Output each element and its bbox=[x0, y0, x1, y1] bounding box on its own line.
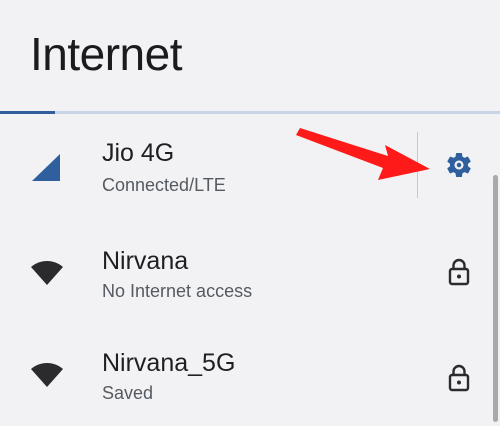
network-status: Connected/LTE bbox=[102, 175, 226, 195]
network-settings-button[interactable] bbox=[440, 148, 478, 186]
row-divider bbox=[417, 132, 418, 198]
network-row-jio-4g[interactable]: Jio 4G Connected/LTE bbox=[0, 118, 500, 218]
gear-icon bbox=[444, 150, 474, 185]
wifi-icon bbox=[30, 359, 64, 393]
page-title: Internet bbox=[30, 28, 183, 80]
network-status: Saved bbox=[102, 383, 154, 403]
scrollbar[interactable] bbox=[493, 175, 498, 422]
lock-icon bbox=[444, 362, 474, 392]
loading-progress-bar bbox=[0, 111, 500, 114]
network-row-nirvana-5g[interactable]: Nirvana_5G Saved bbox=[0, 326, 500, 426]
network-row-nirvana[interactable]: Nirvana No Internet access bbox=[0, 222, 500, 322]
loading-progress-fill bbox=[0, 111, 55, 114]
network-name: Nirvana bbox=[102, 247, 189, 275]
cellular-signal-icon bbox=[30, 151, 64, 185]
wifi-icon bbox=[30, 257, 64, 291]
lock-icon bbox=[444, 256, 474, 286]
network-status: No Internet access bbox=[102, 281, 253, 301]
network-name: Jio 4G bbox=[102, 139, 175, 167]
network-name: Nirvana_5G bbox=[102, 349, 236, 377]
